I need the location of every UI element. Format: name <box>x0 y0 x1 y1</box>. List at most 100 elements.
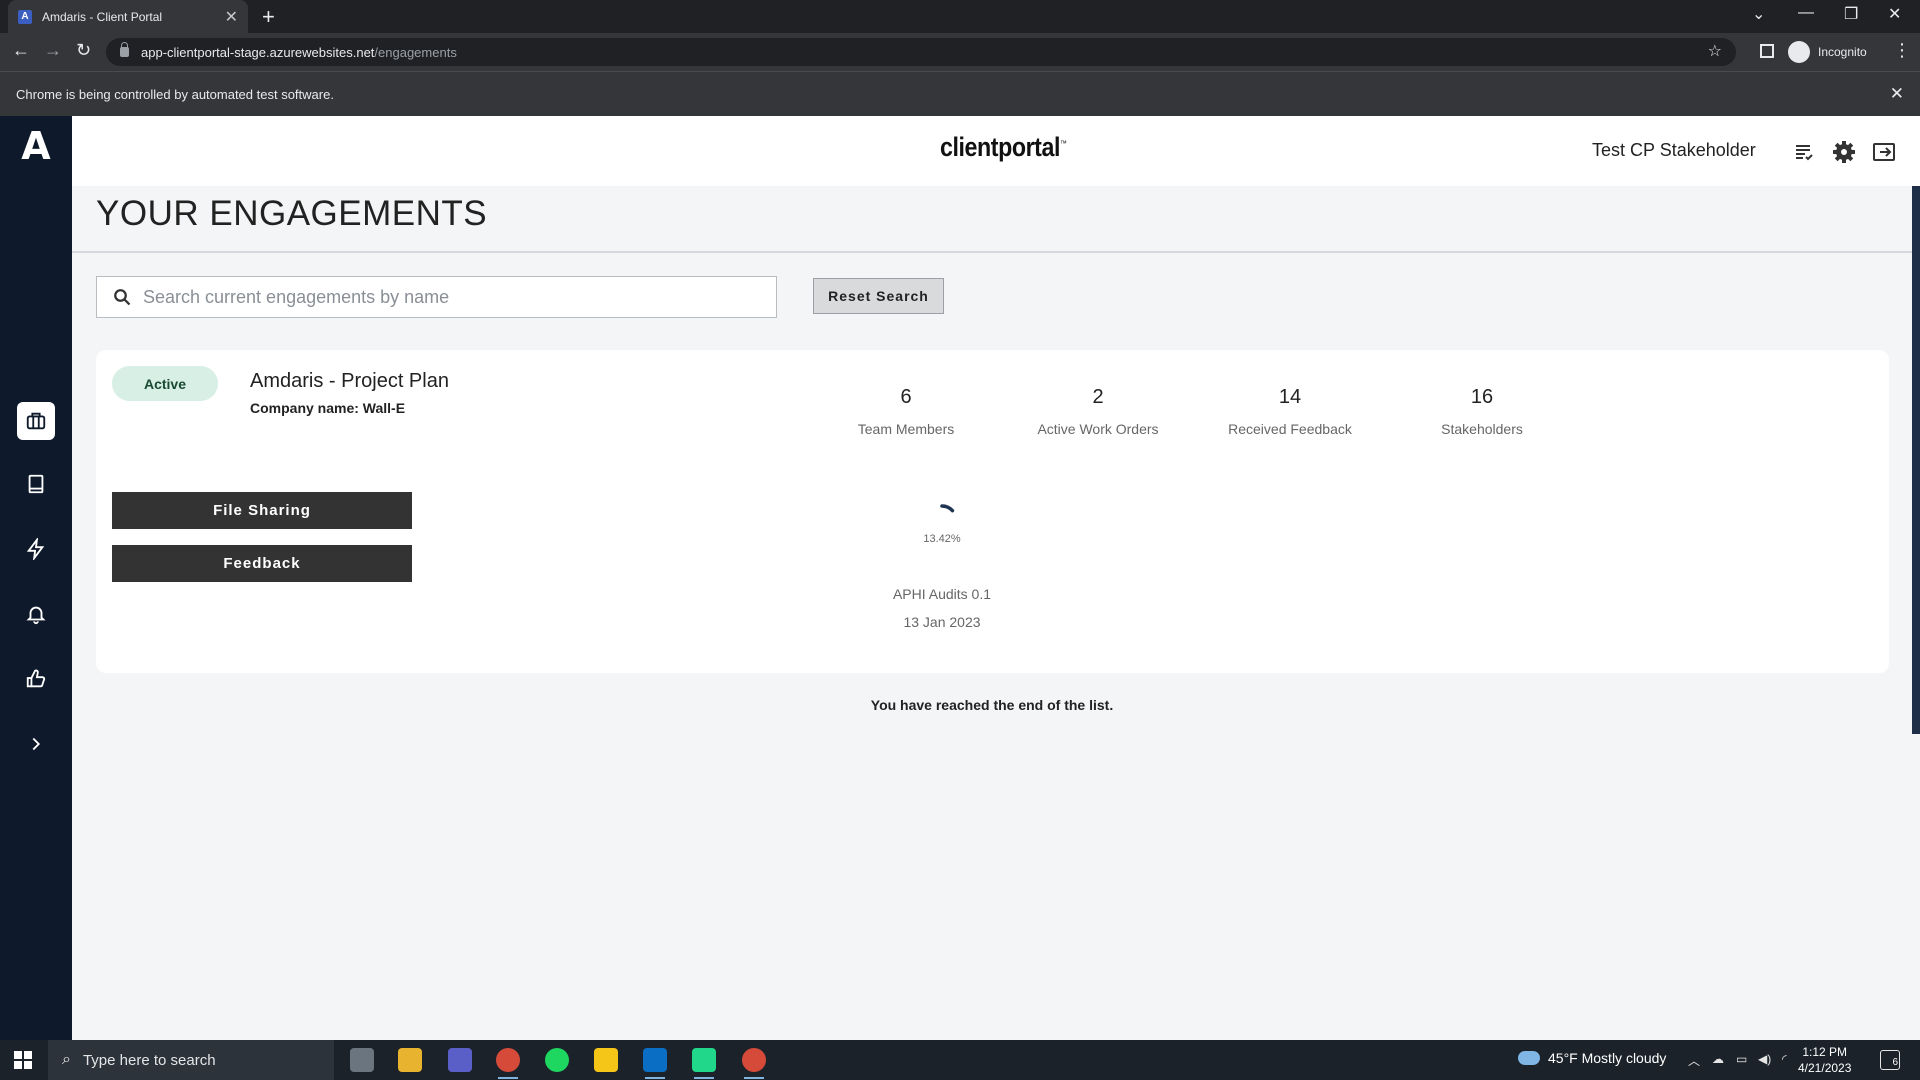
stat-value: 16 <box>1470 386 1494 408</box>
windows-start-icon[interactable] <box>14 1051 32 1069</box>
bookmark-star-icon[interactable]: ☆ <box>1708 41 1722 61</box>
tab-search-icon[interactable]: ⌄ <box>1752 4 1765 24</box>
clock[interactable]: 1:12 PM 4/21/2023 <box>1798 1044 1851 1076</box>
pycharm-icon[interactable] <box>692 1048 716 1079</box>
sidebar-expand[interactable] <box>17 725 55 763</box>
gear-icon[interactable] <box>1832 140 1856 164</box>
battery-icon[interactable]: ▭ <box>1736 1052 1747 1066</box>
brand-logo: clientportal™ <box>940 132 1067 163</box>
address-bar[interactable]: app-clientportal-stage.azurewebsites.net… <box>106 38 1736 66</box>
milestone-name: APHI Audits 0.1 <box>892 586 992 602</box>
notification-center-icon[interactable]: 6 <box>1880 1050 1900 1070</box>
forward-icon[interactable]: → <box>44 40 62 61</box>
progress-indicator: 13.42% <box>872 498 1012 545</box>
progress-percent: 13.42% <box>923 533 961 545</box>
book-icon <box>28 474 44 494</box>
url-host: app-clientportal-stage.azurewebsites.net <box>141 44 375 60</box>
stat-label: Received Feedback <box>1228 421 1352 437</box>
file-explorer-icon[interactable] <box>398 1048 422 1072</box>
favicon-icon: A <box>18 9 32 24</box>
incognito-label: Incognito <box>1818 45 1867 59</box>
spotify-icon[interactable] <box>545 1048 569 1072</box>
teams-icon[interactable] <box>448 1048 472 1072</box>
briefcase-icon <box>26 412 46 430</box>
thumbs-up-icon <box>26 669 46 688</box>
sidebar-item-notifications[interactable] <box>17 595 55 633</box>
app-header: clientportal™ Test CP Stakeholder <box>72 116 1920 186</box>
file-sharing-button[interactable]: File Sharing <box>112 492 412 529</box>
infobar-close-icon[interactable]: ✕ <box>1890 84 1904 104</box>
wifi-icon[interactable]: ◜ <box>1782 1052 1787 1066</box>
browser-menu-icon[interactable]: ⋮ <box>1893 40 1911 61</box>
app-sidebar: A <box>0 116 72 1040</box>
weather-widget[interactable]: 45°F Mostly cloudy <box>1518 1050 1666 1066</box>
bell-icon <box>26 606 46 625</box>
company-name: Company name: Wall-E <box>250 400 406 416</box>
tab-close-icon[interactable]: ✕ <box>225 7 238 27</box>
stat-label: Stakeholders <box>1441 421 1523 437</box>
infobar-text: Chrome is being controlled by automated … <box>16 86 334 102</box>
sidebar-item-activity[interactable] <box>17 530 55 568</box>
sidebar-item-docs[interactable] <box>17 465 55 503</box>
cloud-icon <box>1518 1051 1540 1065</box>
side-panel-icon[interactable] <box>1760 44 1774 58</box>
reload-icon[interactable]: ↻ <box>76 40 91 61</box>
status-badge: Active <box>112 366 218 401</box>
tray-chevron-icon[interactable]: ︿ <box>1688 1052 1700 1069</box>
stat-label: Team Members <box>857 421 955 437</box>
browser-tab[interactable]: A Amdaris - Client Portal ✕ <box>8 0 248 33</box>
lock-icon <box>120 42 129 57</box>
stat-value: 2 <box>1092 386 1104 408</box>
search-input[interactable] <box>143 286 743 308</box>
chrome-icon[interactable] <box>496 1048 520 1079</box>
restore-icon[interactable]: ❐ <box>1844 4 1858 24</box>
stat-label: Active Work Orders <box>1037 421 1159 437</box>
onedrive-icon[interactable]: ☁ <box>1712 1052 1724 1066</box>
engagement-name[interactable]: Amdaris - Project Plan <box>250 370 449 393</box>
chrome-icon[interactable] <box>742 1048 766 1079</box>
windows-taskbar: ⌕ Type here to search 45°F Mostly cloudy… <box>0 1040 1920 1080</box>
stat-received-feedback: 14 Received Feedback <box>1190 386 1390 437</box>
browser-toolbar: ← → ↻ app-clientportal-stage.azurewebsit… <box>0 33 1920 71</box>
logout-icon[interactable] <box>1872 140 1896 164</box>
stat-active-work-orders: 2 Active Work Orders <box>998 386 1198 437</box>
search-box[interactable] <box>96 276 777 318</box>
brand-name: clientportal <box>940 132 1060 162</box>
new-tab-icon[interactable]: + <box>262 4 275 30</box>
stat-team-members: 6 Team Members <box>806 386 1006 437</box>
logo[interactable]: A <box>0 116 72 176</box>
taskbar-search-placeholder: Type here to search <box>82 1051 216 1069</box>
engagement-card[interactable]: Active Amdaris - Project Plan Company na… <box>96 350 1889 673</box>
scrollbar-thumb[interactable] <box>1912 186 1920 734</box>
incognito-profile[interactable]: Incognito <box>1788 39 1867 65</box>
progress-arc <box>940 504 955 513</box>
reset-search-button[interactable]: Reset Search <box>813 278 944 314</box>
minimize-icon[interactable]: — <box>1798 4 1814 22</box>
tab-title: Amdaris - Client Portal <box>42 9 163 24</box>
stat-value: 6 <box>900 386 912 408</box>
clock-date: 4/21/2023 <box>1798 1061 1852 1075</box>
task-list-icon[interactable] <box>1792 140 1816 164</box>
url-path: /engagements <box>374 44 457 60</box>
page-title: YOUR ENGAGEMENTS <box>96 194 488 233</box>
clock-time: 1:12 PM <box>1802 1045 1848 1059</box>
back-icon[interactable]: ← <box>12 40 30 61</box>
weather-text: 45°F Mostly cloudy <box>1548 1050 1667 1066</box>
window-close-icon[interactable]: ✕ <box>1888 4 1901 24</box>
user-name[interactable]: Test CP Stakeholder <box>1592 140 1756 161</box>
automation-infobar: Chrome is being controlled by automated … <box>0 71 1920 116</box>
volume-icon[interactable]: ◀) <box>1758 1052 1771 1066</box>
feedback-button[interactable]: Feedback <box>112 545 412 582</box>
sticky-notes-icon[interactable] <box>594 1048 618 1072</box>
task-view-icon[interactable] <box>350 1048 374 1072</box>
taskbar-search[interactable]: ⌕ Type here to search <box>48 1040 334 1080</box>
outlook-icon[interactable] <box>643 1048 667 1079</box>
sidebar-item-feedback[interactable] <box>17 660 55 698</box>
chevron-right-icon <box>32 737 41 751</box>
milestone-date: 13 Jan 2023 <box>903 614 981 630</box>
search-icon <box>114 289 131 306</box>
sidebar-item-engagements[interactable] <box>17 402 55 440</box>
search-icon: ⌕ <box>62 1051 71 1068</box>
incognito-icon <box>1788 41 1810 63</box>
end-of-list-message: You have reached the end of the list. <box>870 697 1114 713</box>
